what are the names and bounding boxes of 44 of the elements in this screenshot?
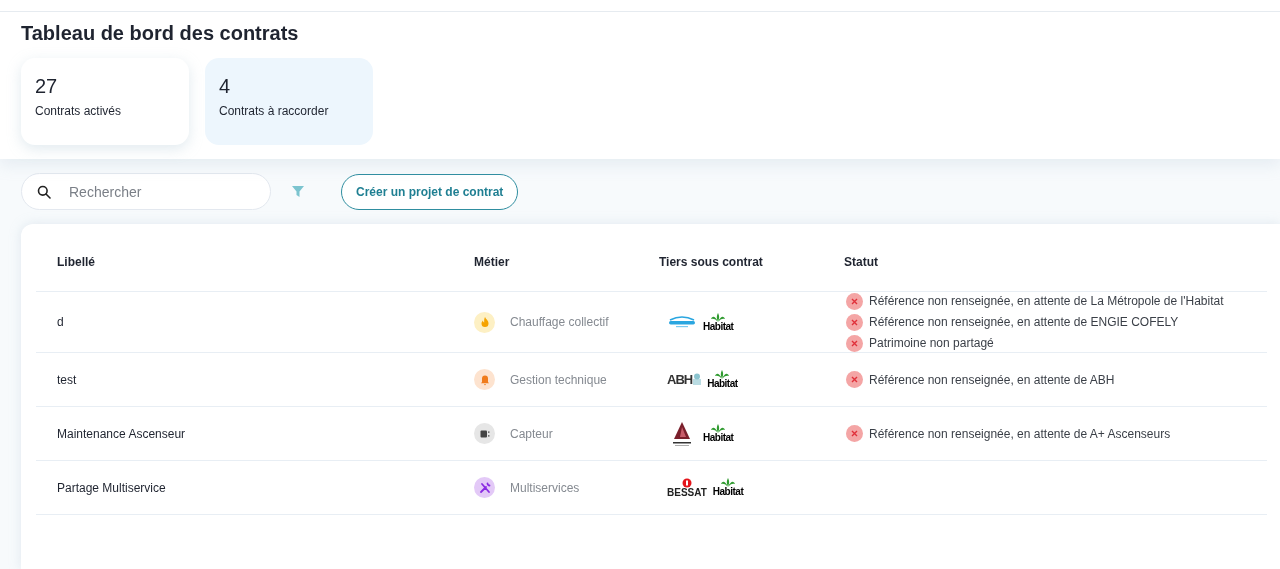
metier-icon [474, 369, 495, 390]
metier-icon [474, 477, 495, 498]
stat-card[interactable]: 4 Contrats à raccorder [205, 58, 373, 145]
stat-value: 4 [219, 74, 231, 98]
table-cell: d [57, 315, 64, 329]
table-cell-text: Gestion technique [510, 371, 607, 389]
habitat-logo: Habitat [703, 424, 734, 443]
stat-label: Contrats activés [35, 103, 122, 120]
status-message: Référence non renseignée, en attente de ENGIE COFELY [869, 314, 1179, 331]
filter-icon[interactable] [292, 186, 304, 197]
abh-logo: ABH [667, 369, 702, 390]
status-message: Référence non renseignée, en attente de A+ Ascenseurs [869, 425, 1171, 443]
stat-card[interactable]: 27 Contrats activés [21, 58, 189, 145]
error-icon [846, 334, 863, 352]
partner-logo [667, 315, 697, 329]
habitat-logo: Habitat [707, 370, 738, 389]
table-cell-text: Multiservices [510, 479, 580, 497]
column-header: Métier [474, 255, 510, 269]
search-icon [37, 185, 51, 199]
stat-value: 27 [35, 74, 58, 98]
page-title: Tableau de bord des contrats [21, 21, 299, 46]
table-cell-text: Capteur [510, 425, 553, 443]
column-header: Statut [844, 255, 878, 269]
column-header: Libellé [57, 255, 95, 269]
table-cell: test [57, 372, 77, 387]
status-message: Patrimoine non partagé [869, 335, 994, 352]
table-cell: Maintenance Ascenseur [57, 426, 186, 441]
error-icon [846, 425, 863, 442]
column-header: Tiers sous contrat [659, 255, 763, 269]
create-contract-button[interactable]: Créer un projet de contrat [341, 173, 519, 210]
error-icon [846, 292, 863, 310]
bessat-logo: BESSAT [667, 477, 707, 498]
error-icon [846, 313, 863, 331]
stat-label: Contrats à raccorder [219, 103, 329, 120]
status-message: Référence non renseignée, en attente de ABH [869, 371, 1115, 389]
metier-icon [474, 423, 495, 444]
metier-icon [474, 311, 495, 333]
error-icon [846, 371, 863, 388]
habitat-logo: Habitat [703, 312, 734, 332]
status-message: Référence non renseignée, en attente de La Métropole de l'Habitat [869, 293, 1224, 310]
table-cell: Partage Multiservice [57, 480, 166, 495]
table-cell-text: Chauffage collectif [510, 314, 609, 331]
habitat-logo: Habitat [712, 478, 744, 497]
search-field[interactable]: Rechercher [21, 173, 271, 210]
